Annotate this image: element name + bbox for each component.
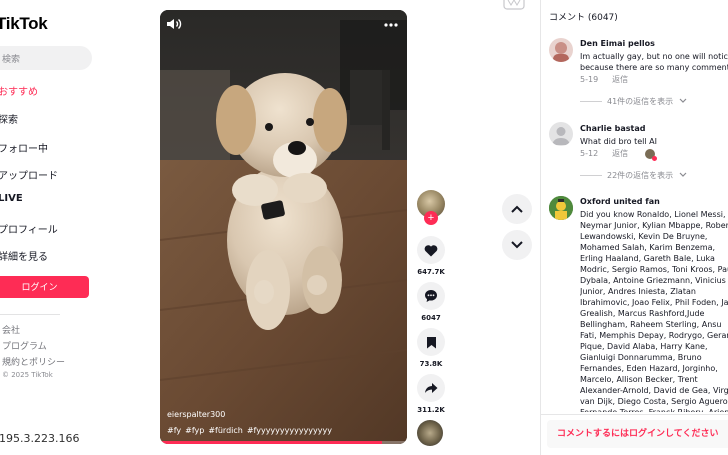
- bookmark-icon[interactable]: [417, 328, 445, 356]
- video-progress-fill: [160, 441, 383, 444]
- nav-item-live[interactable]: LIVE: [0, 193, 23, 204]
- nav-item-for-you[interactable]: おすすめ: [0, 83, 38, 98]
- hashtag[interactable]: #fyyyyyyyyyyyyyyyy: [247, 426, 332, 435]
- chevron-down-icon: [679, 98, 687, 103]
- share-icon[interactable]: [417, 374, 445, 402]
- more-options-icon[interactable]: [383, 16, 399, 28]
- creator-liked-badge-icon: [644, 148, 657, 161]
- volume-icon[interactable]: [166, 16, 182, 30]
- commenter-avatar[interactable]: [549, 122, 573, 146]
- like-count: 647.7K: [417, 268, 445, 276]
- footer-link-terms[interactable]: 規約とポリシー: [2, 355, 65, 368]
- hashtag[interactable]: #fürdich: [208, 426, 243, 435]
- nav-item-following[interactable]: フォロー中: [0, 140, 48, 155]
- comments-divider: [541, 414, 728, 415]
- footer-link-program[interactable]: プログラム: [2, 339, 47, 352]
- comments-header: コメント (6047): [549, 13, 618, 23]
- comment-date: 5-12: [580, 149, 599, 158]
- share-count: 311.2K: [417, 406, 445, 414]
- chevron-down-icon: [511, 241, 523, 249]
- comment-meta: 5-19 返信: [580, 74, 628, 85]
- nav-item-profile[interactable]: プロフィール: [0, 221, 58, 236]
- share-action[interactable]: 311.2K: [416, 374, 446, 414]
- partial-logo-icon: [503, 0, 525, 10]
- reply-button[interactable]: 返信: [612, 75, 628, 84]
- comment-text: What did bro tell AI: [580, 137, 657, 146]
- chevron-up-icon: [511, 205, 523, 213]
- nav-item-more[interactable]: 詳細を見る: [0, 248, 48, 263]
- follow-button[interactable]: +: [424, 211, 438, 225]
- commenter-name[interactable]: Oxford united fan: [580, 197, 660, 206]
- tiktok-logo[interactable]: TikTok: [0, 14, 48, 34]
- chevron-down-icon: [679, 172, 687, 177]
- heart-icon[interactable]: [417, 236, 445, 264]
- video-progress-bar[interactable]: [160, 441, 407, 444]
- commenter-name[interactable]: Den Eimai pellos: [580, 39, 655, 48]
- sidebar: TikTok 検索 おすすめ 探索 フォロー中 アップロード LIVE プロフィ…: [0, 0, 100, 455]
- video-hashtags: #fy #fyp #fürdich #fyyyyyyyyyyyyyyyy: [167, 426, 336, 435]
- like-action[interactable]: 647.7K: [416, 236, 446, 276]
- hashtag[interactable]: #fy: [167, 426, 181, 435]
- comments-panel: コメント (6047) Den Eimai pellos Im actually…: [540, 0, 728, 455]
- login-to-comment-button[interactable]: コメントするにはログインしてください: [547, 420, 728, 448]
- comment-count: 6047: [421, 314, 441, 322]
- ip-address-text: 195.3.223.166: [0, 432, 80, 445]
- nav-item-explore[interactable]: 探索: [0, 111, 18, 126]
- commenter-avatar[interactable]: [549, 38, 573, 62]
- video-author[interactable]: eierspalter300: [167, 410, 225, 419]
- comment-meta: 5-12 返信: [580, 148, 657, 161]
- next-video-button[interactable]: [502, 230, 532, 260]
- view-replies-button[interactable]: 41件の返信を表示: [580, 96, 687, 107]
- commenter-name[interactable]: Charlie bastad: [580, 124, 645, 133]
- previous-video-button[interactable]: [502, 194, 532, 224]
- author-avatar-wrap: +: [417, 190, 445, 225]
- view-replies-label: 22件の返信を表示: [607, 171, 674, 180]
- footer-link-company[interactable]: 会社: [2, 323, 20, 336]
- commenter-avatar[interactable]: [549, 196, 573, 220]
- nav-item-upload[interactable]: アップロード: [0, 167, 58, 182]
- search-input[interactable]: 検索: [0, 46, 92, 70]
- comment-text: Im actually gay, but no one will notice …: [580, 52, 728, 72]
- comment-text: Did you know Ronaldo, Lionel Messi, Neym…: [580, 210, 728, 412]
- login-button[interactable]: ログイン: [0, 276, 89, 298]
- sidebar-divider: [0, 314, 60, 315]
- comment-date: 5-19: [580, 75, 599, 84]
- video-frame: [160, 10, 407, 444]
- copyright: © 2025 TikTok: [2, 371, 53, 379]
- comment-icon[interactable]: [417, 282, 445, 310]
- hashtag[interactable]: #fyp: [185, 426, 204, 435]
- save-count: 73.8K: [419, 360, 443, 368]
- video-player[interactable]: eierspalter300 #fy #fyp #fürdich #fyyyyyyyy…: [160, 10, 407, 444]
- music-disc-icon[interactable]: [417, 420, 443, 446]
- view-replies-label: 41件の返信を表示: [607, 97, 674, 106]
- reply-button[interactable]: 返信: [612, 149, 628, 158]
- save-action[interactable]: 73.8K: [416, 328, 446, 368]
- view-replies-button[interactable]: 22件の返信を表示: [580, 170, 687, 181]
- comment-action[interactable]: 6047: [416, 282, 446, 322]
